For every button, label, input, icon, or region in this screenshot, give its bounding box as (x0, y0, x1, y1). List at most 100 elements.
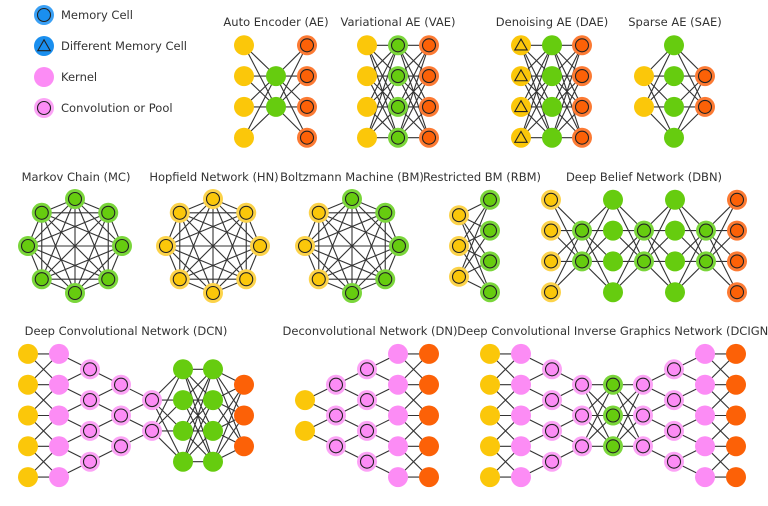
sae-node-input (634, 66, 654, 87)
dcn-node-conv (142, 420, 162, 441)
dae-node-match-output (572, 127, 592, 148)
dcn-node-hidden (203, 390, 223, 411)
dae-node-hidden (542, 96, 562, 117)
dcign-node-output (726, 467, 746, 488)
hn-node-backfed-input (156, 236, 176, 256)
dcign-node-conv (542, 420, 562, 441)
dn-node-conv (326, 405, 346, 426)
hn-node-backfed-input (203, 283, 223, 303)
dn-node-kernel (388, 436, 408, 457)
dae-node-match-output (572, 96, 592, 117)
dcn-node-conv (80, 390, 100, 411)
mc-node-probabilistic-hidden (31, 202, 52, 223)
vae-node-match-output (419, 35, 439, 56)
dcn-node-conv (111, 405, 131, 426)
mc-node-probabilistic-hidden (65, 283, 85, 303)
vae-node-match-output (419, 127, 439, 148)
rbm-node-probabilistic-hidden (480, 220, 500, 241)
hn-node-backfed-input (169, 269, 190, 290)
vae-node-input (357, 35, 377, 56)
dbn-node-probabilistic-hidden (572, 220, 592, 241)
dn-node-kernel (388, 467, 408, 488)
dcn-node-hidden (173, 359, 193, 380)
dcign-node-conv (542, 359, 562, 380)
dn-node-conv (326, 374, 346, 395)
dn-node-input (295, 390, 315, 411)
dcign-node-kernel (511, 467, 531, 488)
dcn-node-kernel (49, 467, 69, 488)
bm-node-probabilistic-hidden (389, 236, 409, 256)
dcign-node-conv (664, 451, 684, 472)
dcign-node-output (726, 374, 746, 395)
dbn-node-backfed-input (541, 189, 561, 210)
dcign-node-conv (572, 436, 592, 457)
hn-node-backfed-input (236, 202, 257, 223)
title-markov-chain: Markov Chain (MC) (21, 170, 131, 184)
dcn-node-hidden (203, 451, 223, 472)
vae-node-probabilistic-hidden (388, 127, 408, 148)
dcign-node-probabilistic-hidden (603, 374, 623, 395)
dcn-node-kernel (49, 405, 69, 426)
dcn-node-conv (80, 420, 100, 441)
sae-node-match-output (695, 66, 715, 87)
dcign-node-input (480, 467, 500, 488)
dn-node-conv (357, 359, 377, 380)
dn-node-conv (357, 390, 377, 411)
rbm-node-probabilistic-hidden (480, 282, 500, 303)
title-deconvolutional-network: Deconvolutional Network (DN) (282, 324, 458, 338)
hn-node-backfed-input (250, 236, 270, 256)
title-hopfield-network: Hopfield Network (HN) (149, 170, 279, 184)
dbn-node-hidden (665, 220, 685, 241)
dae-node-hidden (542, 35, 562, 56)
dn-node-output (419, 405, 439, 426)
dcign-node-input (480, 405, 500, 426)
hn-node-backfed-input (236, 269, 257, 290)
dcn-node-hidden (203, 420, 223, 441)
dcign-node-output (726, 405, 746, 426)
dae-node-hidden (542, 127, 562, 148)
dae-node-noisy-input (511, 66, 531, 87)
vae-node-probabilistic-hidden (388, 35, 408, 56)
dcign-node-conv (572, 405, 592, 426)
title-denoising-ae: Denoising AE (DAE) (495, 15, 609, 29)
dcign-node-kernel (511, 405, 531, 426)
dcign-node-conv (633, 436, 653, 457)
dcign-node-conv (542, 451, 562, 472)
dcn-node-conv (80, 359, 100, 380)
bm-node-probabilistic-hidden (375, 202, 396, 223)
dcign-node-input (480, 374, 500, 395)
mc-node-probabilistic-hidden (112, 236, 132, 256)
mc-node-probabilistic-hidden (98, 269, 119, 290)
vae-node-input (357, 66, 377, 87)
dcign-node-probabilistic-hidden (603, 436, 623, 457)
dcn-node-input (18, 374, 38, 395)
dn-node-output (419, 467, 439, 488)
title-deep-convolutional-network: Deep Convolutional Network (DCN) (24, 324, 228, 338)
ae-node-input (234, 35, 254, 56)
dcn-node-hidden (173, 390, 193, 411)
dcign-node-conv (633, 374, 653, 395)
dae-node-noisy-input (511, 127, 531, 148)
dcn-node-conv (111, 374, 131, 395)
sae-node-hidden (664, 35, 684, 56)
rbm-node-probabilistic-hidden (480, 189, 500, 210)
dbn-node-backfed-input (541, 220, 561, 241)
dcn-node-conv (80, 451, 100, 472)
dbn-node-hidden (665, 251, 685, 272)
dcn-node-input (18, 405, 38, 426)
dbn-node-match-output (727, 282, 747, 303)
memory-cell-icon (34, 5, 54, 25)
dn-node-input (295, 420, 315, 441)
dn-node-output (419, 343, 439, 364)
dbn-node-hidden (603, 282, 623, 303)
title-deep-belief-network: Deep Belief Network (DBN) (565, 170, 723, 184)
dbn-node-hidden (603, 189, 623, 210)
bm-node-backfed-input (308, 202, 329, 223)
sae-node-match-output (695, 96, 715, 117)
dcn-node-kernel (49, 374, 69, 395)
ae-node-match-output (297, 127, 317, 148)
bm-node-probabilistic-hidden (342, 283, 362, 303)
vae-node-probabilistic-hidden (388, 66, 408, 87)
dbn-node-backfed-input (541, 251, 561, 272)
dn-node-kernel (388, 343, 408, 364)
